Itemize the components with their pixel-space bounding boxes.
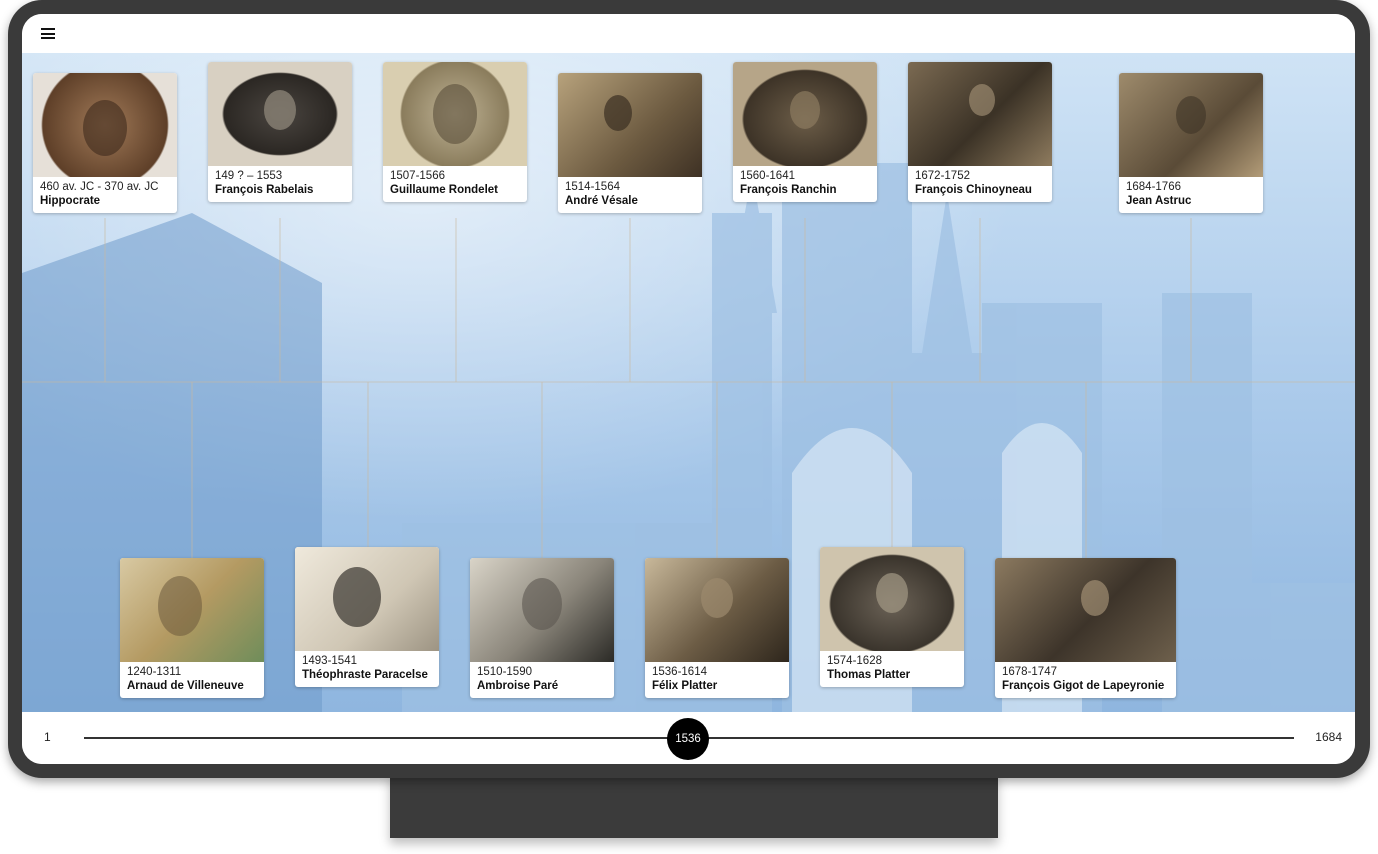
portrait-image <box>120 558 264 662</box>
portrait-image <box>470 558 614 662</box>
person-dates: 1678-1747 <box>1002 666 1057 678</box>
person-name: François Ranchin <box>740 184 837 196</box>
person-dates: 1514-1564 <box>565 181 620 193</box>
person-dates: 1560-1641 <box>740 170 795 182</box>
person-dates: 1574-1628 <box>827 655 882 667</box>
screen: 460 av. JC - 370 av. JC Hippocrate 149 ?… <box>22 14 1355 764</box>
portrait-image <box>295 547 439 651</box>
person-name: Félix Platter <box>652 680 718 692</box>
person-card-lapeyronie[interactable]: 1678-1747 François Gigot de Lapeyronie <box>995 558 1176 698</box>
person-dates: 1493-1541 <box>302 655 357 667</box>
person-card-astruc[interactable]: 1684-1766 Jean Astruc <box>1119 73 1263 213</box>
person-card-vesale[interactable]: 1514-1564 André Vésale <box>558 73 702 213</box>
person-dates: 1240-1311 <box>127 666 182 678</box>
portrait-image <box>383 62 527 166</box>
person-card-paracelse[interactable]: 1493-1541 Théophraste Paracelse <box>295 547 439 687</box>
portrait-image <box>208 62 352 166</box>
person-card-pare[interactable]: 1510-1590 Ambroise Paré <box>470 558 614 698</box>
person-dates: 1672-1752 <box>915 170 970 182</box>
person-name: André Vésale <box>565 195 638 207</box>
person-name: Thomas Platter <box>827 669 911 681</box>
portrait-image <box>908 62 1052 166</box>
person-name: Théophraste Paracelse <box>302 669 428 681</box>
person-dates: 149 ? – 1553 <box>215 170 283 182</box>
portrait-image <box>1119 73 1263 177</box>
timeline-start-label: 1 <box>44 730 51 744</box>
person-name: Ambroise Paré <box>477 680 559 692</box>
person-card-thomas-platter[interactable]: 1574-1628 Thomas Platter <box>820 547 964 687</box>
person-card-chinoyneau[interactable]: 1672-1752 François Chinoyneau <box>908 62 1052 202</box>
person-name: Arnaud de Villeneuve <box>127 680 244 692</box>
person-card-felix-platter[interactable]: 1536-1614 Félix Platter <box>645 558 789 698</box>
person-name: François Rabelais <box>215 184 314 196</box>
portrait-image <box>820 547 964 651</box>
person-card-hippocrate[interactable]: 460 av. JC - 370 av. JC Hippocrate <box>33 73 177 213</box>
monitor-stand <box>390 772 998 838</box>
top-bar <box>22 14 1355 53</box>
person-name: Jean Astruc <box>1126 195 1192 207</box>
person-dates: 1510-1590 <box>477 666 532 678</box>
timeline-slider-bar: 1 1536 1684 <box>22 712 1355 764</box>
portrait-image <box>733 62 877 166</box>
person-name: François Gigot de Lapeyronie <box>1002 680 1165 692</box>
person-card-villeneuve[interactable]: 1240-1311 Arnaud de Villeneuve <box>120 558 264 698</box>
portrait-image <box>995 558 1176 662</box>
timeline-thumb[interactable]: 1536 <box>667 718 709 760</box>
portrait-image <box>33 73 177 177</box>
person-dates: 1536-1614 <box>652 666 707 678</box>
person-name: Hippocrate <box>40 195 101 207</box>
person-name: Guillaume Rondelet <box>390 184 498 196</box>
person-card-rabelais[interactable]: 149 ? – 1553 François Rabelais <box>208 62 352 202</box>
person-dates: 1684-1766 <box>1126 181 1181 193</box>
portrait-image <box>645 558 789 662</box>
timeline-stage: 460 av. JC - 370 av. JC Hippocrate 149 ?… <box>22 53 1355 712</box>
person-card-rondelet[interactable]: 1507-1566 Guillaume Rondelet <box>383 62 527 202</box>
timeline-end-label: 1684 <box>1315 730 1342 744</box>
person-card-ranchin[interactable]: 1560-1641 François Ranchin <box>733 62 877 202</box>
person-dates: 1507-1566 <box>390 170 445 182</box>
person-dates: 460 av. JC - 370 av. JC <box>40 181 159 193</box>
portrait-image <box>558 73 702 177</box>
hamburger-menu-icon[interactable] <box>41 28 55 39</box>
person-name: François Chinoyneau <box>915 184 1032 196</box>
